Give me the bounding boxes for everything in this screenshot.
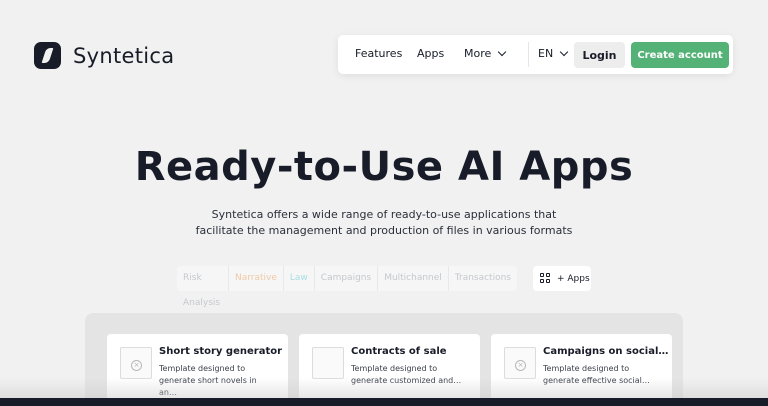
- app-card-contracts-of-sale[interactable]: Contracts of sale Template designed to ge…: [299, 334, 480, 406]
- language-selector[interactable]: EN: [538, 47, 569, 60]
- filter-transactions[interactable]: Transactions: [449, 266, 517, 291]
- document-preview-icon: [312, 347, 344, 379]
- chevron-down-icon: [498, 47, 507, 57]
- chevron-down-icon: [559, 47, 569, 57]
- page-subtitle: Syntetica offers a wide range of ready-t…: [0, 207, 768, 239]
- filter-multichannel[interactable]: Multichannel: [378, 266, 449, 291]
- subtitle-line-2: facilitate the management and production…: [195, 224, 573, 237]
- create-account-button[interactable]: Create account: [631, 42, 729, 68]
- nav-more-dropdown[interactable]: More: [464, 47, 507, 60]
- login-button[interactable]: Login: [574, 42, 625, 68]
- card-title: Campaigns on social…: [543, 346, 669, 357]
- card-title: Short story generator: [159, 346, 283, 357]
- top-navigation: Features Apps More EN Login Create accou…: [338, 35, 733, 74]
- footer-band: [0, 398, 768, 406]
- brand-logo[interactable]: Syntetica: [34, 42, 174, 69]
- nav-link-apps[interactable]: Apps: [417, 47, 444, 60]
- filter-narrative[interactable]: Narrative: [229, 266, 284, 291]
- logo-icon: [34, 42, 61, 69]
- card-title: Contracts of sale: [351, 346, 447, 357]
- card-description: Template designed to generate short novel…: [159, 364, 257, 397]
- category-filter-bar: Risk Analysis Narrative Law Campaigns Mu…: [177, 266, 517, 308]
- document-icon: ×: [504, 347, 536, 379]
- app-card-social-campaigns[interactable]: × Campaigns on social… Template designed…: [491, 334, 672, 406]
- language-label: EN: [538, 47, 554, 60]
- nav-more-label: More: [464, 47, 492, 60]
- brand-name: Syntetica: [73, 43, 175, 68]
- app-card-short-story[interactable]: × Short story generator Template designe…: [107, 334, 288, 406]
- add-apps-button[interactable]: + Apps: [533, 266, 591, 291]
- card-description: Template designed to generate effective s…: [543, 364, 650, 385]
- subtitle-line-1: Syntetica offers a wide range of ready-t…: [211, 208, 557, 221]
- add-apps-label: + Apps: [557, 273, 590, 284]
- card-description: Template designed to generate customized …: [351, 364, 462, 385]
- nav-link-features[interactable]: Features: [355, 47, 402, 60]
- filter-risk-analysis[interactable]: Risk Analysis: [177, 266, 229, 308]
- page-title: Ready-to-Use AI Apps: [134, 144, 634, 190]
- grid-plus-icon: [540, 273, 551, 284]
- filter-campaigns[interactable]: Campaigns: [315, 266, 379, 291]
- nav-divider: [528, 42, 529, 67]
- document-icon: ×: [120, 347, 152, 379]
- filter-law[interactable]: Law: [284, 266, 315, 291]
